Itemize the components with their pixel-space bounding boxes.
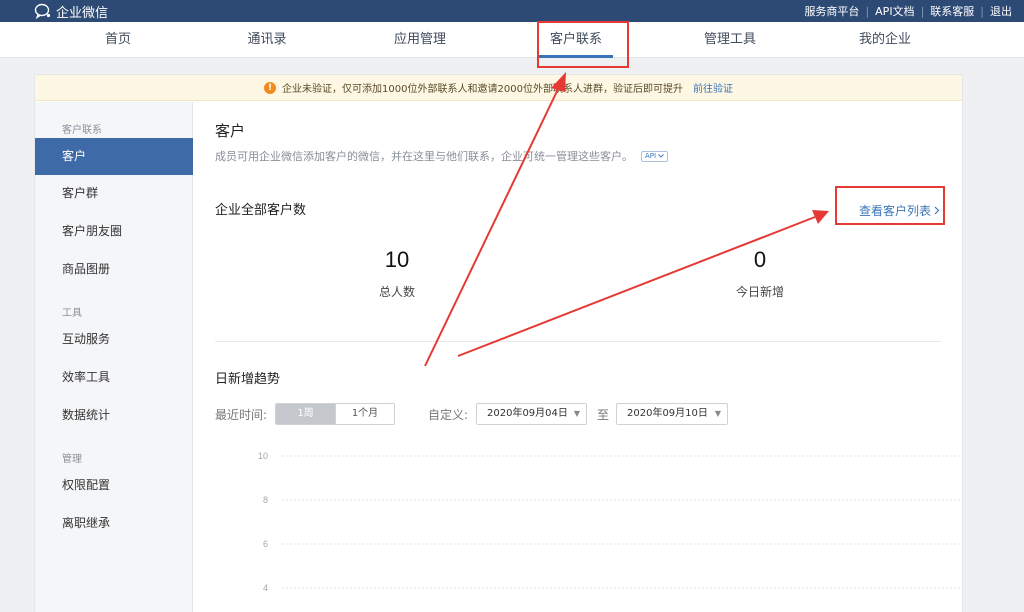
sidebar-item-interactive-service[interactable]: 互动服务 [35, 321, 193, 358]
start-date-value: 2020年09月04日 [487, 408, 568, 419]
nav-contacts[interactable]: 通讯录 [212, 22, 322, 58]
separator: | [920, 4, 925, 18]
range-1-week-button[interactable]: 1周 [276, 404, 335, 424]
top-links: 服务商平台 | API文档 | 联系客服 | 退出 [804, 3, 1012, 19]
nav-my-enterprise[interactable]: 我的企业 [830, 22, 940, 58]
y-tick-label: 8 [263, 495, 268, 505]
verification-notice: ! 企业未验证，仅可添加1000位外部联系人和邀请2000位外部联系人进群，验证… [35, 75, 962, 101]
range-selector: 1周 1个月 [275, 403, 395, 425]
chevron-down-icon [658, 154, 664, 158]
sidebar-group-customer-contact: 客户联系 [62, 125, 102, 136]
stat-today-value: 0 [753, 247, 767, 272]
trend-chart-svg: 10 8 6 4 [258, 451, 962, 593]
sidebar-item-product-album[interactable]: 商品图册 [35, 251, 193, 288]
end-date-select[interactable]: 2020年09月10日 ▼ [616, 403, 728, 425]
sidebar-group-management: 管理 [62, 454, 82, 465]
api-docs-link[interactable]: API文档 [875, 3, 914, 19]
separator: | [865, 4, 870, 18]
top-bar: 企业微信 服务商平台 | API文档 | 联系客服 | 退出 [0, 0, 1024, 22]
nav-home[interactable]: 首页 [63, 22, 173, 58]
custom-label: 自定义: [428, 408, 469, 422]
sidebar: 客户联系 客户 客户群 客户朋友圈 商品图册 工具 互动服务 效率工具 数据统计… [35, 102, 193, 612]
notice-text: 企业未验证，仅可添加1000位外部联系人和邀请2000位外部联系人进群，验证后即… [282, 84, 683, 95]
sidebar-item-permissions[interactable]: 权限配置 [35, 467, 193, 504]
main-nav: 首页 通讯录 应用管理 客户联系 管理工具 我的企业 [0, 22, 1024, 58]
contact-support-link[interactable]: 联系客服 [930, 3, 974, 19]
sidebar-item-customers[interactable]: 客户 [35, 138, 193, 175]
sidebar-group-tools: 工具 [62, 308, 82, 319]
nav-customer-contact[interactable]: 客户联系 [521, 22, 631, 58]
logout-link[interactable]: 退出 [990, 3, 1012, 19]
caret-down-icon: ▼ [573, 409, 580, 418]
recent-time-label: 最近时间: [215, 408, 268, 422]
stat-today-new: 0 今日新增 [680, 247, 840, 300]
page-description: 成员可用企业微信添加客户的微信，并在这里与他们联系，企业可统一管理这些客户。 A… [215, 148, 669, 164]
content-panel: ! 企业未验证，仅可添加1000位外部联系人和邀请2000位外部联系人进群，验证… [34, 74, 963, 612]
stat-total-value: 10 [384, 247, 410, 272]
trend-chart: 10 8 6 4 [194, 442, 962, 612]
to-label: 至 [597, 408, 610, 422]
page-title: 客户 [215, 122, 246, 140]
api-badge[interactable]: API [641, 150, 669, 162]
caret-down-icon: ▼ [714, 409, 721, 418]
end-date-value: 2020年09月10日 [627, 408, 708, 419]
view-customer-list-label: 查看客户列表 [858, 204, 931, 218]
nav-app-management[interactable]: 应用管理 [365, 22, 475, 58]
y-tick-label: 4 [263, 583, 268, 593]
y-tick-label: 10 [258, 451, 268, 461]
stat-today-label: 今日新增 [735, 285, 784, 299]
y-tick-label: 6 [263, 539, 268, 549]
verify-link[interactable]: 前往验证 [693, 80, 733, 95]
brand-name: 企业微信 [56, 5, 109, 21]
daily-trend-title: 日新增趋势 [215, 372, 281, 387]
provider-platform-link[interactable]: 服务商平台 [804, 3, 859, 19]
brand-logo[interactable]: 企业微信 [34, 2, 109, 21]
sidebar-item-resignation-inherit[interactable]: 离职继承 [35, 505, 193, 542]
sidebar-item-customer-groups[interactable]: 客户群 [35, 175, 193, 212]
chevron-right-icon [934, 206, 940, 215]
sidebar-item-data-statistics[interactable]: 数据统计 [35, 397, 193, 434]
wecom-logo-icon [34, 3, 51, 19]
separator: | [980, 4, 984, 18]
sidebar-item-efficiency-tools[interactable]: 效率工具 [35, 359, 193, 396]
total-customers-title: 企业全部客户数 [215, 203, 307, 218]
view-customer-list-link[interactable]: 查看客户列表 [859, 202, 940, 219]
range-1-month-button[interactable]: 1个月 [335, 404, 394, 424]
stat-total-label: 总人数 [378, 285, 415, 299]
main-content: 客户 成员可用企业微信添加客户的微信，并在这里与他们联系，企业可统一管理这些客户… [194, 102, 962, 612]
warning-icon: ! [264, 81, 277, 94]
divider [215, 341, 941, 342]
start-date-select[interactable]: 2020年09月04日 ▼ [476, 403, 587, 425]
nav-management-tools[interactable]: 管理工具 [675, 22, 785, 58]
sidebar-item-moments[interactable]: 客户朋友圈 [35, 213, 193, 250]
description-text: 成员可用企业微信添加客户的微信，并在这里与他们联系，企业可统一管理这些客户。 [215, 150, 633, 163]
stat-total: 10 总人数 [317, 247, 477, 300]
api-badge-label: API [645, 152, 657, 160]
